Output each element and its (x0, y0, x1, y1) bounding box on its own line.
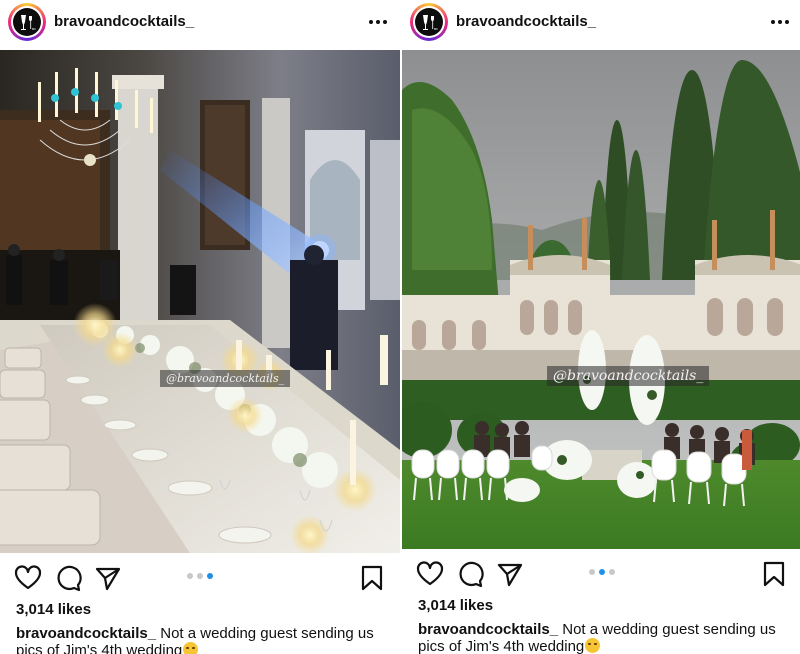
comment-icon[interactable] (456, 560, 484, 588)
more-options-icon[interactable] (770, 12, 790, 32)
more-options-icon[interactable] (368, 12, 388, 32)
carousel-indicator (187, 573, 213, 579)
instagram-post: BC bravoandcocktails_ @bravoandcocktails… (0, 0, 400, 654)
logo-icon: BC (423, 15, 438, 31)
caption-username[interactable]: bravoandcocktails_ (418, 621, 558, 638)
bookmark-icon[interactable] (760, 560, 788, 588)
post-photo[interactable]: @bravoandcocktails_ (402, 50, 800, 549)
heart-icon[interactable] (416, 560, 444, 588)
heart-icon[interactable] (14, 564, 42, 592)
post-username[interactable]: bravoandcocktails_ (54, 13, 194, 30)
avatar[interactable]: BC (410, 3, 448, 41)
carousel-dot-active (599, 569, 605, 575)
share-icon[interactable] (496, 560, 524, 588)
carousel-dot (589, 569, 595, 575)
carousel-indicator (589, 569, 615, 575)
post-caption: bravoandcocktails_ Not a wedding guest s… (418, 622, 790, 654)
post-actions (0, 560, 400, 596)
grimacing-face-emoji (183, 642, 199, 654)
post-header: BC bravoandcocktails_ (402, 0, 800, 46)
carousel-dot (609, 569, 615, 575)
carousel-dot-active (207, 573, 213, 579)
likes-count[interactable]: 3,014 likes (418, 597, 493, 614)
carousel-dot (187, 573, 193, 579)
post-actions (402, 556, 800, 592)
svg-text:BC: BC (434, 27, 438, 31)
share-icon[interactable] (94, 564, 122, 592)
bookmark-icon[interactable] (358, 564, 386, 592)
post-username[interactable]: bravoandcocktails_ (456, 13, 596, 30)
carousel-dot (197, 573, 203, 579)
grimacing-face-emoji (585, 638, 601, 653)
svg-text:BC: BC (32, 27, 36, 31)
post-header: BC bravoandcocktails_ (0, 0, 400, 46)
instagram-post: BC bravoandcocktails_ @bravoandcocktails… (402, 0, 800, 654)
photo-watermark: @bravoandcocktails_ (547, 366, 710, 386)
comment-icon[interactable] (54, 564, 82, 592)
post-caption: bravoandcocktails_ Not a wedding guest s… (16, 626, 388, 654)
logo-icon: BC (21, 15, 36, 31)
likes-count[interactable]: 3,014 likes (16, 601, 91, 618)
post-photo[interactable]: @bravoandcocktails_ (0, 50, 400, 553)
caption-username[interactable]: bravoandcocktails_ (16, 625, 156, 642)
avatar[interactable]: BC (8, 3, 46, 41)
photo-watermark: @bravoandcocktails_ (160, 370, 291, 387)
